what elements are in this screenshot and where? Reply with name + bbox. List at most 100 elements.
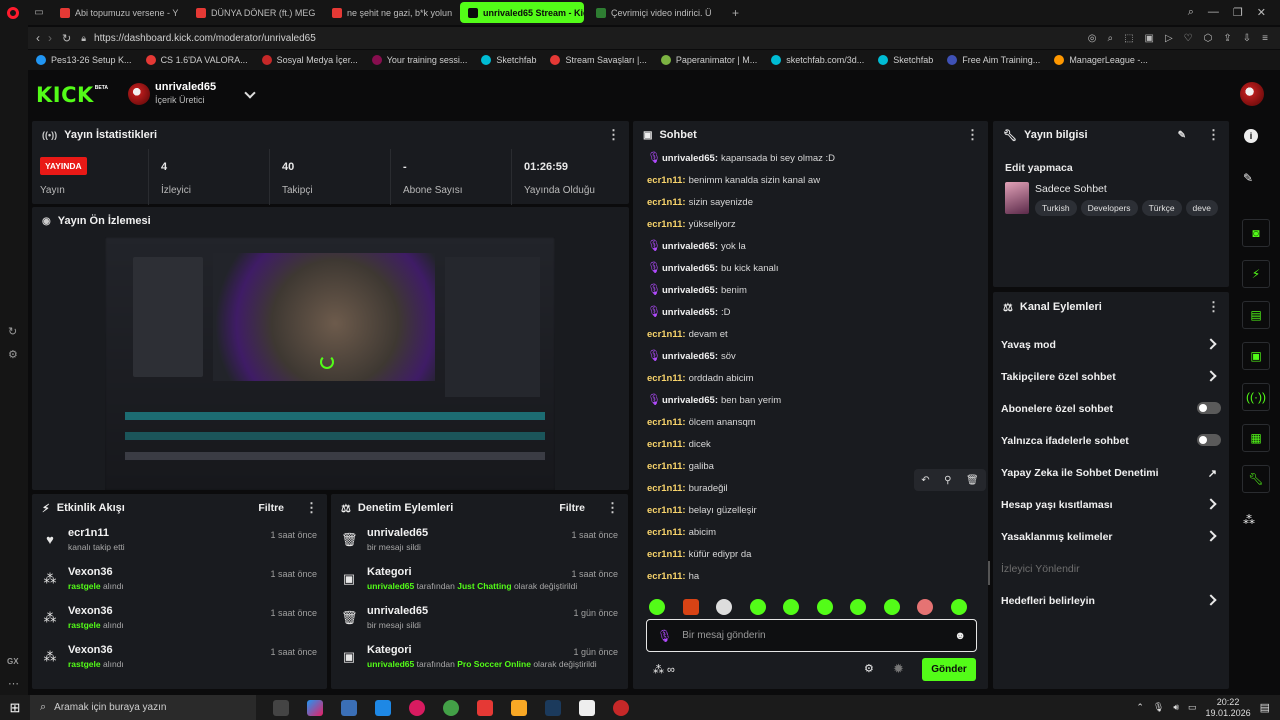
chat-settings-icon[interactable]: ⚙ [864, 662, 874, 675]
feed-item[interactable]: ⁂ Vexon36 rastgele alındı 1 saat önce [32, 639, 327, 678]
browser-tab[interactable]: ne şehit ne gazi, b*k yolun [324, 2, 456, 23]
opera-logo-icon[interactable] [0, 6, 26, 19]
feed-item[interactable]: 🗑︎ unrivaled65 bir mesajı sildi 1 gün önce [331, 600, 628, 639]
clock-time[interactable]: 20:22 [1206, 697, 1251, 708]
chat-username[interactable]: unrivaled65: [662, 395, 718, 406]
emote-icon[interactable] [716, 599, 732, 615]
wallet-icon[interactable]: ▣ [1145, 33, 1154, 44]
points-toggle-icon[interactable]: ⁂ [1243, 513, 1255, 527]
zoom-icon[interactable]: ⌕ [1107, 33, 1113, 44]
category-thumbnail[interactable] [1005, 182, 1029, 214]
new-tab-button[interactable]: + [724, 2, 747, 23]
chat-username[interactable]: ecr1n11: [647, 197, 686, 208]
bot-icon[interactable]: ✹ [893, 661, 904, 677]
notes-toggle-icon[interactable]: ▤ [1242, 301, 1270, 329]
channel-action-item[interactable]: Yalnızca ifadelerle sohbet [993, 425, 1229, 457]
emote-icon[interactable] [749, 599, 766, 615]
browser-tab[interactable]: Abi topumuzu versene - Y [52, 2, 184, 23]
close-window-icon[interactable]: ✕ [1257, 6, 1266, 19]
chat-username[interactable]: ecr1n11: [647, 527, 686, 538]
opera-icon[interactable] [613, 699, 629, 716]
chat-menu-icon[interactable]: ⋮ [966, 127, 979, 143]
bookmark-item[interactable]: ManagerLeague -... [1054, 55, 1148, 65]
emote-icon[interactable] [682, 599, 699, 615]
chevron-down-icon[interactable] [244, 87, 256, 99]
chat-message[interactable]: 🎙︎ unrivaled65: kapansada bi sey olmaz :D [633, 147, 983, 169]
chat-username[interactable]: ecr1n11: [647, 461, 686, 472]
activity-toggle-icon[interactable]: ⚡︎ [1242, 260, 1270, 288]
green-app-icon[interactable] [443, 699, 459, 716]
back-icon[interactable]: ‹ [36, 31, 40, 45]
more-icon[interactable]: ⋯ [8, 677, 19, 690]
kick-logo[interactable]: KICK BETA [36, 83, 108, 107]
edge-icon[interactable] [375, 699, 391, 716]
extensions-icon[interactable]: ⬡ [1204, 33, 1213, 44]
url-text[interactable]: https://dashboard.kick.com/moderator/unr… [94, 33, 316, 44]
delete-icon[interactable]: 🗑︎ [966, 475, 979, 486]
chat-message[interactable]: ecr1n11: benimm kanalda sizin kanal aw [633, 169, 983, 191]
stream-preview-video[interactable] [105, 237, 555, 490]
chat-message[interactable]: ecr1n11: küfür ediypr da [633, 543, 983, 565]
stream-tag[interactable]: Turkish [1035, 200, 1077, 216]
bookmark-item[interactable]: Sketchfab [481, 55, 536, 65]
bookmark-item[interactable]: Pes13-26 Setup K... [36, 55, 132, 65]
feed-item[interactable]: ▣ Kategori unrivaled65 tarafından Just Cha… [331, 561, 628, 600]
bookmark-item[interactable]: Free Aim Training... [947, 55, 1040, 65]
stream-tag[interactable]: deve [1185, 200, 1218, 216]
minimize-icon[interactable]: — [1208, 6, 1219, 19]
maximize-icon[interactable]: ❐ [1233, 6, 1243, 19]
channel-action-item[interactable]: Takipçilere özel sohbet [993, 361, 1229, 393]
feed-item[interactable]: ⁂ Vexon36 rastgele alındı 1 saat önce [32, 561, 327, 600]
opera-gx-icon[interactable] [409, 699, 425, 716]
browser-tab[interactable]: unrivaled65 Stream - Kick [460, 2, 584, 23]
chat-username[interactable]: ecr1n11: [647, 219, 686, 230]
browser-tab[interactable]: DÜNYA DÖNER (ft.) MEG [188, 2, 320, 23]
edit-icon[interactable]: ✎ [1178, 130, 1186, 141]
emote-icon[interactable] [816, 599, 833, 615]
play-icon[interactable]: ▷ [1165, 33, 1173, 44]
emote-icon[interactable] [950, 599, 967, 615]
send-button[interactable]: Gönder [922, 658, 976, 681]
chat-message[interactable]: ecr1n11: orddadn abicim [633, 367, 983, 389]
chat-message[interactable]: 🎙︎ unrivaled65: ben ban yerim [633, 389, 983, 411]
stream-info-menu-icon[interactable]: ⋮ [1207, 127, 1220, 143]
chat-username[interactable]: unrivaled65: [662, 241, 718, 252]
chat-username[interactable]: ecr1n11: [647, 505, 686, 516]
chat-username[interactable]: unrivaled65: [662, 153, 718, 164]
chat-username[interactable]: ecr1n11: [647, 175, 686, 186]
channel-action-item[interactable]: Abonelere özel sohbet [993, 393, 1229, 425]
file-explorer-icon[interactable] [511, 699, 527, 716]
chat-message[interactable]: ecr1n11: ölcem anansqm [633, 411, 983, 433]
chat-message[interactable]: 🎙︎ unrivaled65: bu kick kanalı [633, 257, 983, 279]
chat-message[interactable]: ecr1n11: yükseliyorz [633, 213, 983, 235]
store-icon[interactable] [341, 699, 357, 716]
user-avatar[interactable] [1240, 82, 1264, 106]
share-icon[interactable]: ⇪ [1223, 33, 1231, 44]
chat-username[interactable]: ecr1n11: [647, 417, 686, 428]
toggle-switch[interactable] [1197, 433, 1221, 446]
chat-username[interactable]: ecr1n11: [647, 329, 686, 340]
snapshot-icon[interactable]: ⬚ [1124, 33, 1133, 44]
chat-message[interactable]: ecr1n11: ha [633, 565, 983, 587]
pencil-icon[interactable]: ✎ [1243, 171, 1253, 185]
avatar[interactable] [128, 83, 150, 105]
chat-input[interactable]: 🎙︎ Bir mesaj gönderin ☻ [646, 619, 977, 652]
windows-start-icon[interactable]: ⊞ [0, 700, 30, 716]
chat-username[interactable]: ecr1n11: [647, 571, 686, 582]
history-icon[interactable]: ↻ [8, 325, 17, 338]
emoji-picker-icon[interactable]: ☻ [954, 630, 966, 642]
reload-icon[interactable]: ↻ [62, 32, 71, 45]
heart-bookmark-icon[interactable]: ♡ [1184, 33, 1193, 44]
chat-username[interactable]: unrivaled65: [662, 263, 718, 274]
feed-item[interactable]: ▣ Kategori unrivaled65 tarafından Pro Socc… [331, 639, 628, 678]
stream-tag[interactable]: Developers [1080, 200, 1138, 216]
chat-message[interactable]: 🎙︎ unrivaled65: benim [633, 279, 983, 301]
points-icon[interactable]: ⁂ ∞ [653, 663, 675, 676]
broadcast-toggle-icon[interactable]: ((·)) [1242, 383, 1270, 411]
tray-expand-icon[interactable]: ⌃ [1136, 702, 1144, 713]
steam-icon[interactable] [545, 699, 561, 716]
bookmark-item[interactable]: Stream Savaşları |... [550, 55, 647, 65]
chat-username[interactable]: unrivaled65: [662, 285, 718, 296]
moderation-menu-icon[interactable]: ⋮ [606, 500, 619, 516]
reply-icon[interactable]: ↶ [921, 475, 929, 486]
